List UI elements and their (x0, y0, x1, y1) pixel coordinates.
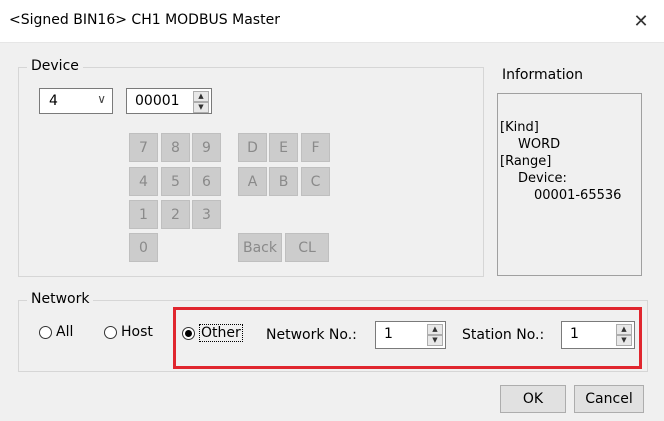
key-0[interactable]: 0 (129, 233, 158, 262)
device-address-value: 00001 (135, 93, 180, 109)
spin-up-icon[interactable]: ▲ (193, 91, 209, 102)
key-9[interactable]: 9 (192, 133, 221, 162)
cancel-button[interactable]: Cancel (574, 385, 644, 413)
info-line-device: Device: (518, 171, 567, 186)
key-f[interactable]: F (301, 133, 330, 162)
radio-host-label: Host (121, 324, 153, 340)
device-address-spinner[interactable]: 00001 ▲ ▼ (126, 88, 212, 114)
key-4[interactable]: 4 (129, 167, 158, 196)
key-2[interactable]: 2 (161, 200, 190, 229)
window-title: <Signed BIN16> CH1 MODBUS Master (9, 12, 280, 28)
title-bar: <Signed BIN16> CH1 MODBUS Master ✕ (0, 0, 664, 43)
network-group-label: Network (27, 291, 94, 307)
information-label: Information (502, 67, 584, 83)
key-b[interactable]: B (269, 167, 298, 196)
ok-button[interactable]: OK (500, 385, 566, 413)
key-d[interactable]: D (238, 133, 267, 162)
radio-all-circle[interactable] (39, 325, 52, 339)
info-line-range: [Range] (500, 154, 552, 169)
radio-all[interactable]: All (39, 324, 73, 340)
key-6[interactable]: 6 (192, 167, 221, 196)
info-line-range-value: 00001-65536 (534, 188, 622, 203)
key-3[interactable]: 3 (192, 200, 221, 229)
information-panel: [Kind] WORD [Range] Device: 00001-65536 (497, 93, 642, 276)
key-1[interactable]: 1 (129, 200, 158, 229)
clear-button[interactable]: CL (285, 233, 329, 262)
device-type-value: 4 (49, 93, 58, 109)
close-icon[interactable]: ✕ (626, 6, 656, 36)
radio-host-circle[interactable] (104, 325, 117, 339)
spin-down-icon[interactable]: ▼ (193, 102, 209, 113)
info-line-kind: [Kind] (500, 120, 539, 135)
device-type-dropdown[interactable]: 4 ∨ (39, 88, 113, 114)
device-group-label: Device (27, 58, 83, 74)
key-5[interactable]: 5 (161, 167, 190, 196)
key-e[interactable]: E (269, 133, 298, 162)
radio-all-label: All (56, 324, 74, 340)
chevron-down-icon: ∨ (97, 92, 106, 106)
highlight-box (173, 307, 642, 369)
key-a[interactable]: A (238, 167, 267, 196)
key-8[interactable]: 8 (161, 133, 190, 162)
info-line-kind-value: WORD (518, 137, 561, 152)
key-7[interactable]: 7 (129, 133, 158, 162)
back-button[interactable]: Back (238, 233, 282, 262)
key-c[interactable]: C (301, 167, 330, 196)
radio-host[interactable]: Host (104, 324, 153, 340)
